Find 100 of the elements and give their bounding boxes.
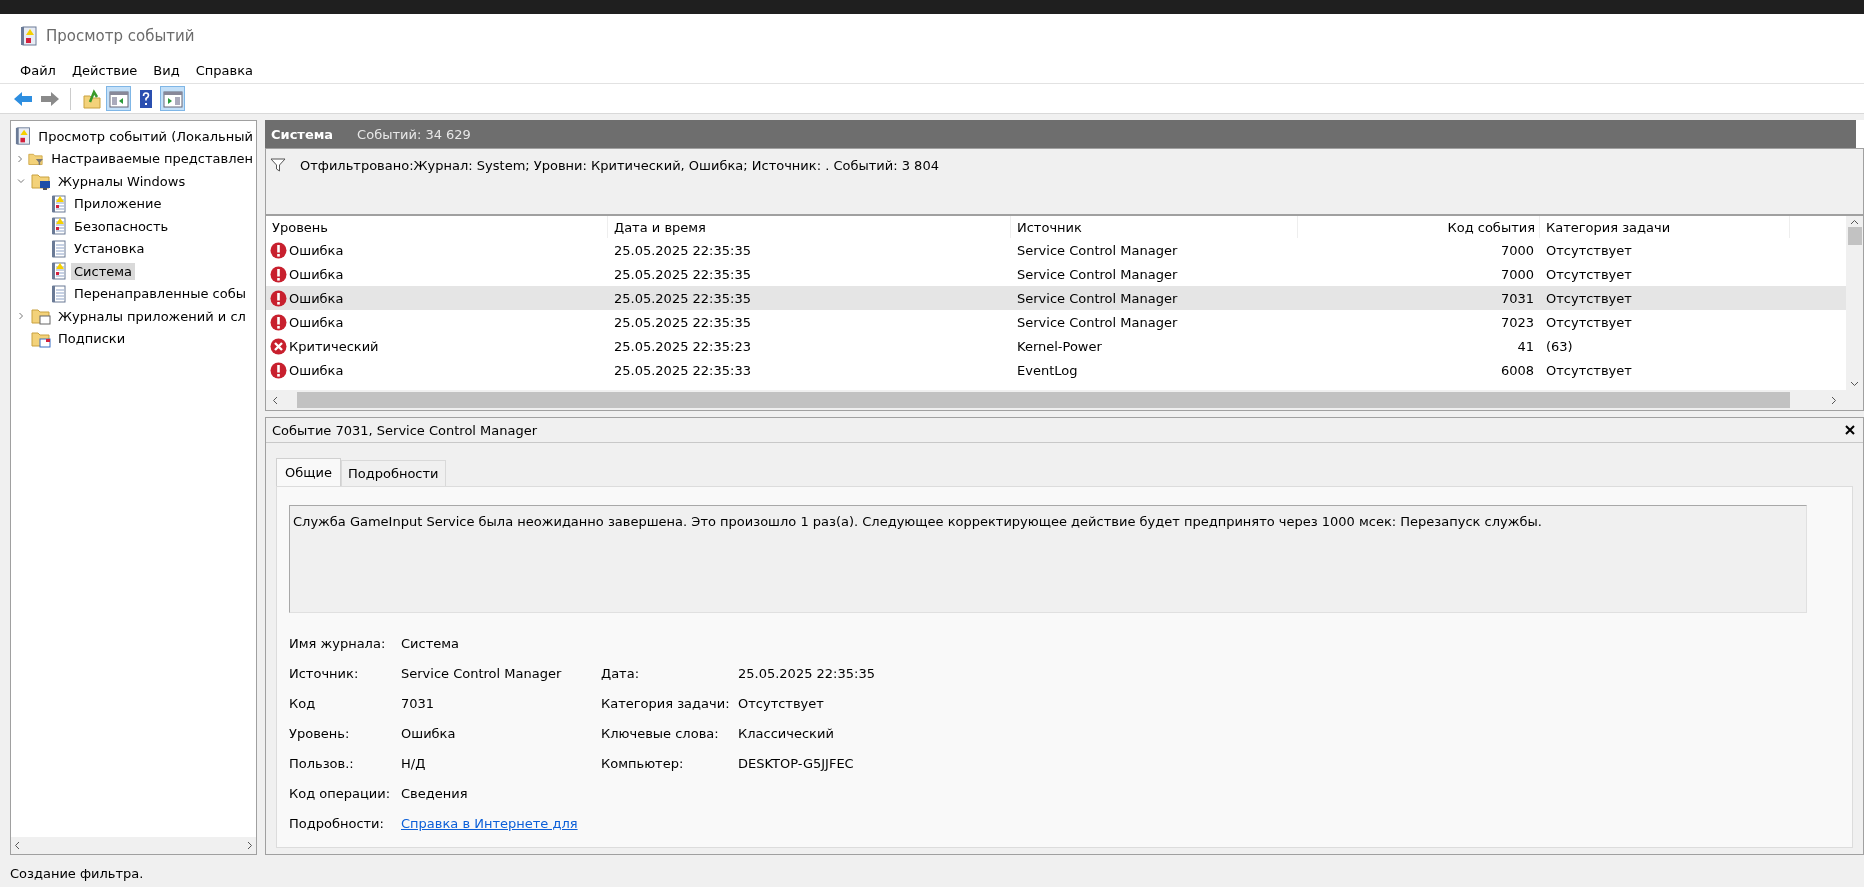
scroll-up-icon[interactable] (1850, 219, 1859, 225)
menu-item[interactable]: Файл (12, 59, 64, 81)
table-cell-text: 25.05.2025 22:35:35 (613, 290, 752, 306)
folder-window-icon (31, 307, 51, 326)
event-log-icon (20, 25, 38, 46)
table-cell: Ошибка (289, 266, 344, 282)
field-label: Дата: (601, 665, 640, 681)
tree-item[interactable]: Настраиваемые представлен (48, 150, 256, 168)
tree-item[interactable]: Приложение (71, 195, 165, 213)
field-value: Ошибка (401, 725, 456, 741)
event-log-icon (15, 126, 32, 147)
table-cell-text: 6008 (1499, 362, 1535, 378)
chevron-icon[interactable] (17, 177, 25, 186)
table-cell-text: Отсутствует (1545, 314, 1633, 330)
tree-item[interactable]: Просмотр событий (Локальный (35, 127, 256, 145)
tree-item[interactable]: Безопасность (71, 217, 172, 235)
column-header[interactable]: Источник (1011, 216, 1298, 238)
table-row[interactable]: Ошибка 25.05.2025 22:35:35 Service Control Manager 7000 Отсутствует (266, 262, 1846, 286)
table-cell-text: 25.05.2025 22:35:35 (613, 314, 752, 330)
scroll-right-icon[interactable] (1830, 395, 1837, 405)
folder-up-icon (80, 87, 103, 110)
field-label: Код (289, 695, 316, 711)
window-title: Просмотр событий (46, 26, 195, 45)
log-warning-icon (51, 217, 67, 236)
field-value: Система (401, 635, 460, 651)
table-cell-text: 7000 (1499, 242, 1535, 258)
menu-item[interactable]: Справка (187, 59, 261, 81)
folder-calendar-icon (31, 329, 51, 348)
table-cell-text: Service Control Manager (1016, 290, 1179, 306)
error-icon (270, 313, 287, 331)
table-row[interactable]: Ошибка 25.05.2025 22:35:35 Service Control Manager 7031 Отсутствует (266, 286, 1846, 310)
tab[interactable]: Общие (276, 458, 341, 486)
pane-right-button[interactable] (160, 86, 185, 111)
tree-item[interactable]: Перенаправленные собы (71, 285, 249, 303)
log-warning-icon (51, 194, 67, 213)
chevron-icon[interactable] (15, 154, 24, 163)
table-cell-text: Отсутствует (1545, 290, 1633, 306)
table-cell-text: Service Control Manager (1016, 314, 1179, 330)
field-value: Сведения (401, 785, 468, 801)
column-header[interactable]: Дата и время (608, 216, 1011, 238)
table-row[interactable]: Ошибка 25.05.2025 22:35:33 EventLog 6008 Отсутствует (266, 358, 1846, 382)
table-cell: Ошибка (289, 290, 344, 306)
column-header[interactable]: Код события (1298, 216, 1540, 238)
menu-item[interactable]: Вид (145, 59, 188, 81)
tree-item[interactable]: Журналы Windows (55, 172, 189, 190)
field-value: Отсутствует (738, 695, 824, 711)
scroll-right-icon[interactable] (246, 841, 253, 850)
pane-left-button[interactable] (106, 86, 131, 111)
table-cell-text: 25.05.2025 22:35:33 (613, 362, 752, 378)
table-cell-text: 25.05.2025 22:35:35 (613, 266, 752, 282)
table-cell-text: 7023 (1499, 314, 1535, 330)
field-label: Источник: (289, 665, 359, 681)
tree-item[interactable]: Журналы приложений и сл (55, 307, 249, 325)
log-warning-icon (51, 262, 67, 281)
table-cell-text: Отсутствует (1545, 242, 1633, 258)
chevron-icon[interactable] (17, 312, 25, 321)
scroll-left-icon[interactable] (272, 395, 279, 405)
table-cell: Ошибка (289, 242, 344, 258)
scrollbar-thumb[interactable] (297, 392, 1790, 408)
status-text: Создание фильтра. (9, 864, 145, 883)
help-link[interactable]: Справка в Интернете для (401, 815, 578, 831)
scroll-down-icon[interactable] (1850, 381, 1859, 387)
field-label: Код операции: (289, 785, 391, 801)
table-row[interactable]: Критический 25.05.2025 22:35:23 Kernel-Power 41 (63) (266, 334, 1846, 358)
table-cell-text: Отсутствует (1545, 266, 1633, 282)
column-header[interactable]: Уровень (266, 216, 608, 238)
event-message: Служба GameInput Service была неожиданно завершена. Это произошло 1 раз(а). Следующее корректирующее действие будет предпринято через 1000 мсек: Перезапуск службы. (289, 505, 1807, 613)
tab[interactable]: Подробности (340, 460, 446, 486)
field-value: 7031 (401, 695, 435, 711)
log-icon (51, 239, 67, 258)
table-cell-text: 7000 (1499, 266, 1535, 282)
menu-item[interactable]: Действие (63, 59, 146, 81)
folder-monitor-icon (31, 172, 51, 191)
log-icon (51, 284, 67, 303)
field-label: Уровень: (289, 725, 350, 741)
table-cell: Ошибка (289, 362, 344, 378)
error-icon (270, 361, 287, 379)
error-icon (270, 289, 287, 307)
tree-item[interactable]: Установка (71, 240, 148, 258)
field-label: Пользов.: (289, 755, 354, 771)
table-cell-text: Service Control Manager (1016, 242, 1179, 258)
table-cell-text: Kernel-Power (1016, 338, 1103, 354)
error-icon (270, 241, 287, 259)
filter-description: Отфильтровано:Журнал: System; Уровни: Критический, Ошибка; Источник: . Событий: 3 804 (300, 158, 939, 173)
table-cell-text: 7031 (1499, 290, 1535, 306)
tree-item[interactable]: Подписки (55, 330, 129, 348)
column-header[interactable]: Категория задачи (1540, 216, 1790, 238)
table-cell-text: EventLog (1016, 362, 1079, 378)
table-row[interactable]: Ошибка 25.05.2025 22:35:35 Service Control Manager 7023 Отсутствует (266, 310, 1846, 334)
table-cell: Ошибка (289, 314, 344, 330)
filter-icon (270, 158, 286, 172)
table-cell-text: 25.05.2025 22:35:35 (613, 242, 752, 258)
table-row[interactable]: Ошибка 25.05.2025 22:35:35 Service Control Manager 7000 Отсутствует (266, 238, 1846, 262)
close-icon[interactable] (1845, 425, 1855, 435)
table-cell-text: 41 (1516, 338, 1535, 354)
event-count: Событий: 34 629 (357, 126, 471, 142)
scroll-left-icon[interactable] (14, 841, 21, 850)
tree-item[interactable]: Система (71, 262, 136, 280)
scrollbar-thumb[interactable] (1847, 227, 1862, 245)
field-value: DESKTOP-G5JJFEC (738, 755, 854, 771)
